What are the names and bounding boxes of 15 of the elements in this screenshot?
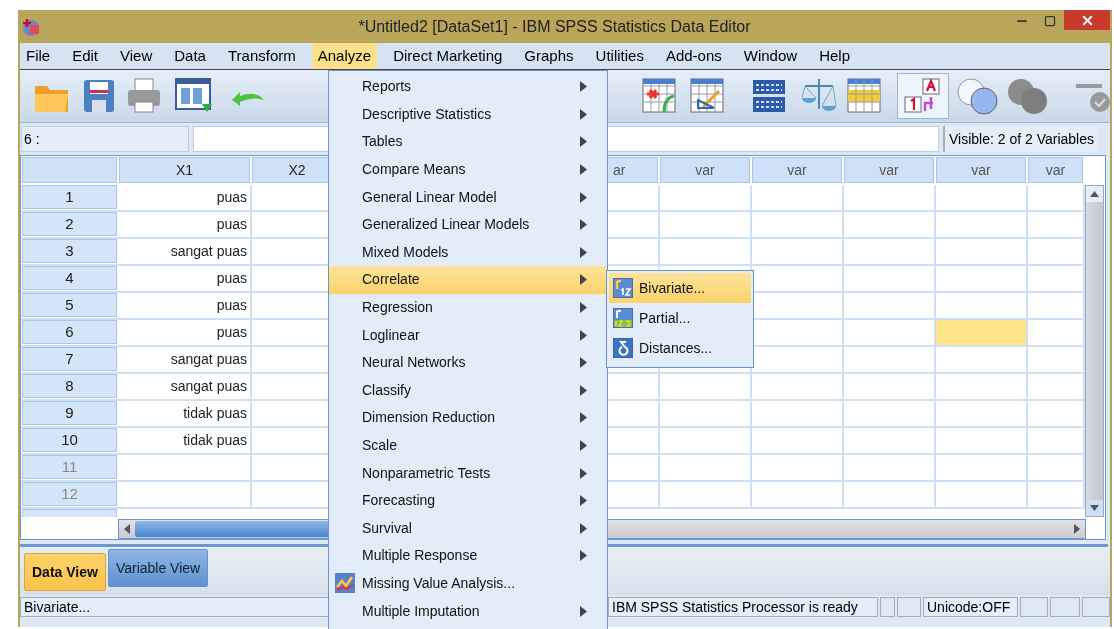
table-cell: puas [119,266,252,291]
encoding-status: Unicode:OFF [923,597,1018,617]
table-cell: sangat puas [119,239,252,264]
table-cell: puas [119,320,252,345]
visible-variables: Visible: 2 of 2 Variables [943,126,1098,152]
processor-status: IBM SPSS Statistics Processor is ready [608,597,878,617]
table-cell: puas [119,185,252,210]
table-cell: tidak puas [119,401,252,426]
table-cell: puas [119,212,252,237]
table-cell: puas [119,293,252,318]
table-cell: sangat puas [119,347,252,372]
table-cell: sangat puas [119,374,252,399]
table-cell: tidak puas [119,428,252,453]
cell-reference: 6 : [21,126,189,152]
window-title: *Untitled2 [DataSet1] - IBM SPSS Statistics Data Editor [357,16,752,37]
